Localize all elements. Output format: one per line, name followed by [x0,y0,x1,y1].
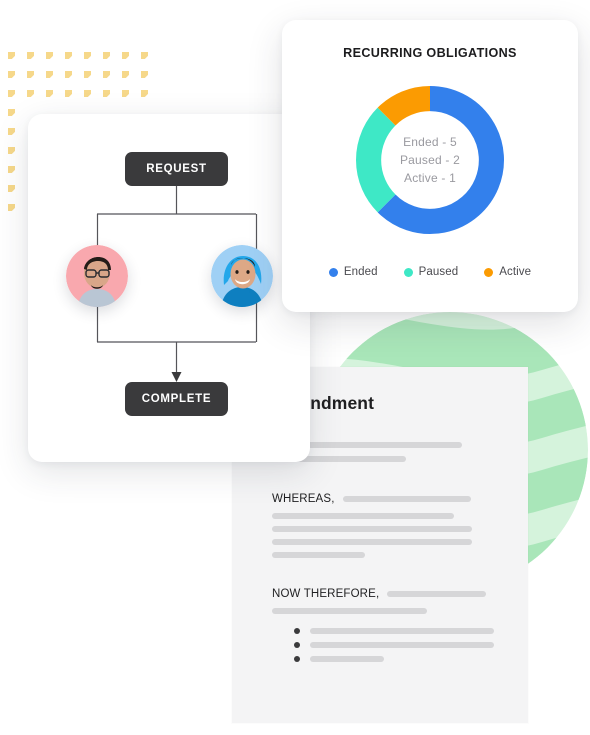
bullet-icon [294,628,300,634]
avatar-approver-1[interactable] [66,245,128,307]
donut-chart-svg[interactable] [354,84,506,236]
decorative-dot [8,204,15,211]
decorative-dot [46,52,53,59]
doc-placeholder-line [342,496,471,502]
decorative-dot [122,71,129,78]
document-clause-whereas: WHEREAS, [272,493,498,505]
recurring-obligations-card: RECURRING OBLIGATIONS Ended - 5 Paused -… [282,20,578,312]
bullet-icon [294,642,300,648]
doc-placeholder-line [310,642,494,648]
decorative-dot [27,52,34,59]
decorative-dot [65,52,72,59]
chart-legend: Ended Paused Active [282,266,578,278]
decorative-dot [46,90,53,97]
decorative-dot [84,52,91,59]
decorative-dot [84,71,91,78]
document-clause-now-therefore: NOW THEREFORE, [272,588,498,600]
decorative-dot [103,71,110,78]
clause-label-whereas: WHEREAS, [272,493,335,505]
decorative-dot [141,90,148,97]
decorative-dot [122,52,129,59]
decorative-dot [103,90,110,97]
decorative-dot [122,90,129,97]
document-bullet-item [294,656,498,662]
decorative-dot [8,128,15,135]
decorative-dot [8,147,15,154]
decorative-dot [141,71,148,78]
doc-placeholder-line [310,656,384,662]
decorative-dot [8,71,15,78]
decorative-dot [103,52,110,59]
decorative-dot [8,52,15,59]
decorative-dot [141,52,148,59]
avatar-approver-2[interactable] [211,245,273,307]
decorative-dot [8,90,15,97]
legend-label: Active [499,266,532,278]
workflow-card: REQUEST COMPLETE [28,114,310,462]
legend-label: Ended [343,266,378,278]
decorative-dot [8,185,15,192]
legend-swatch-icon [328,267,338,277]
donut-segment-active[interactable] [377,86,431,126]
legend-item-active[interactable]: Active [484,266,531,278]
workflow-node-complete[interactable]: COMPLETE [125,382,228,416]
decorative-dot [65,90,72,97]
decorative-dot [8,109,15,116]
decorative-dot [27,71,34,78]
legend-item-ended[interactable]: Ended [328,266,378,278]
donut-segment-paused[interactable] [356,107,396,213]
chart-title: RECURRING OBLIGATIONS [343,46,517,60]
document-bullet-item [294,642,498,648]
decorative-dot [8,166,15,173]
decorative-dot [46,71,53,78]
illustration-stage: Amendment WHEREAS, NOW THEREFORE, REQUES… [0,0,590,735]
document-bullet-item [294,628,498,634]
donut-chart: Ended - 5 Paused - 2 Active - 1 [354,84,506,236]
doc-placeholder-line [310,628,494,634]
doc-placeholder-line [387,591,487,597]
decorative-dot [84,90,91,97]
workflow-node-request[interactable]: REQUEST [125,152,228,186]
bullet-icon [294,656,300,662]
legend-item-paused[interactable]: Paused [403,266,459,278]
legend-label: Paused [418,266,459,278]
clause-label-now-therefore: NOW THEREFORE, [272,588,380,600]
decorative-dot [65,71,72,78]
legend-swatch-icon [484,267,494,277]
legend-swatch-icon [403,267,413,277]
decorative-dot [27,90,34,97]
